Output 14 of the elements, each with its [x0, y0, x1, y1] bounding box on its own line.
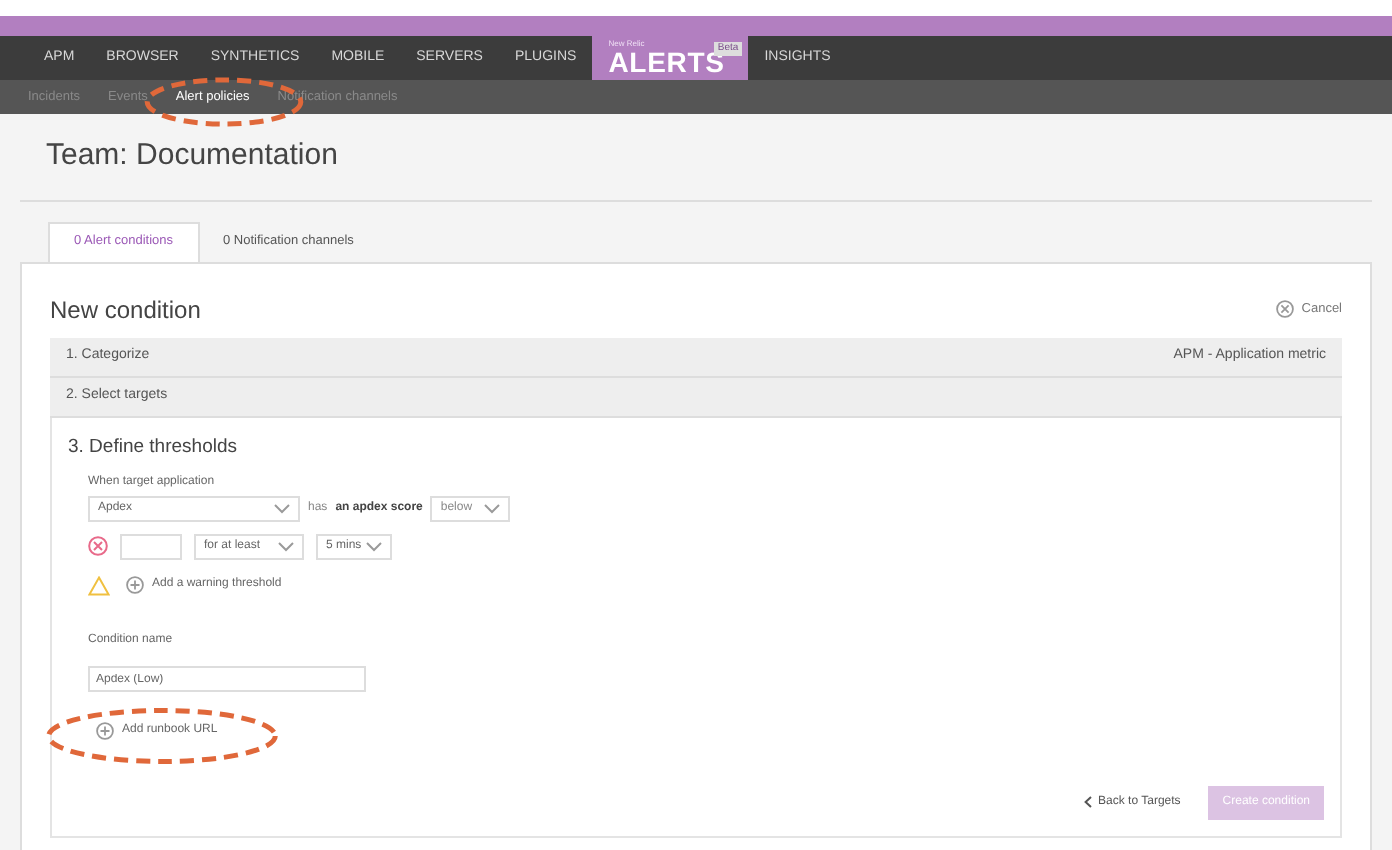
- warning-icon: [88, 575, 110, 596]
- chevron-down-icon: [366, 541, 382, 552]
- chevron-down-icon: [278, 541, 294, 552]
- plus-circle-icon: [96, 721, 114, 740]
- plus-circle-icon: [126, 576, 144, 595]
- section-title: New condition: [50, 293, 201, 327]
- close-icon: [1275, 300, 1294, 318]
- threshold-input[interactable]: [120, 533, 182, 560]
- chevron-left-icon: [1084, 796, 1093, 808]
- step-title: 3. Define thresholds: [68, 433, 239, 461]
- critical-x-icon: [88, 536, 108, 557]
- chevron-down-icon: [274, 503, 290, 514]
- page-title: Team: Documentation: [20, 134, 1372, 201]
- chevron-down-icon: [484, 503, 501, 514]
